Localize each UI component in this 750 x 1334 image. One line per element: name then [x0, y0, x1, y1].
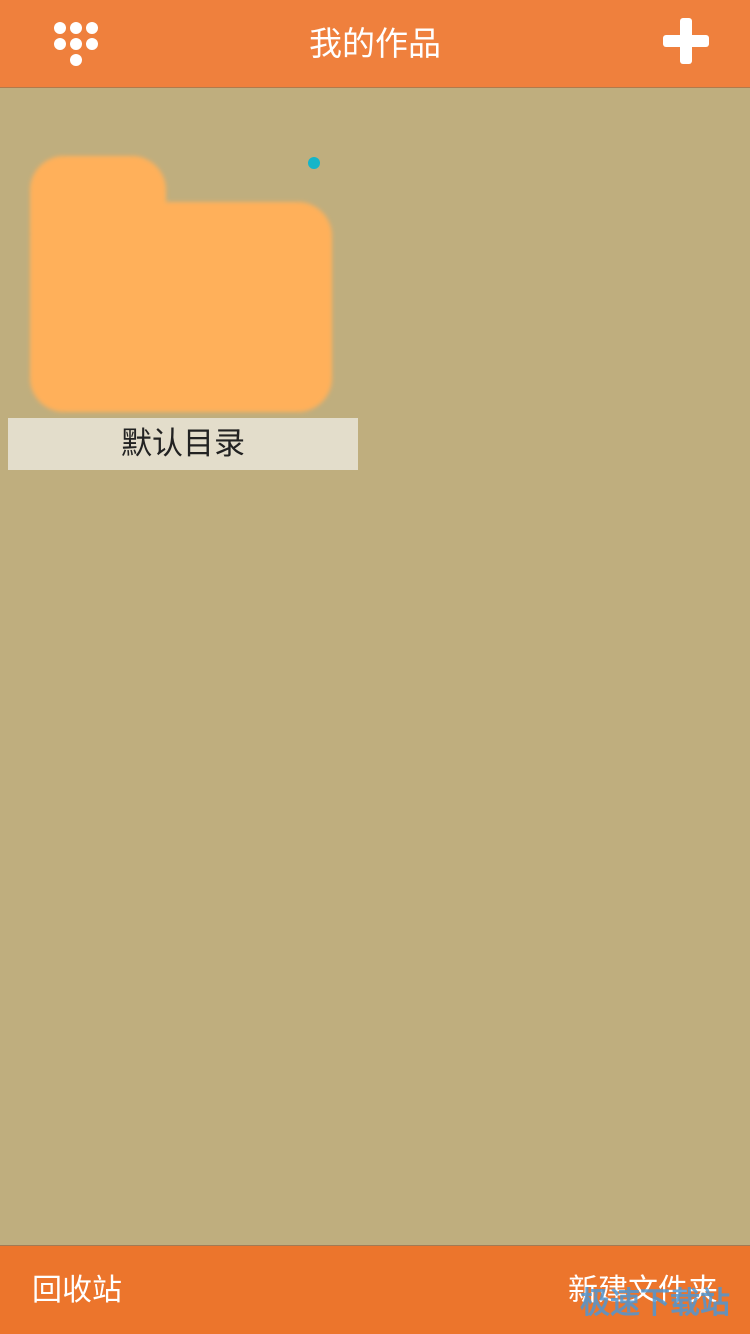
folder-icon [26, 152, 336, 418]
menu-button[interactable] [48, 16, 104, 72]
recycle-bin-button[interactable]: 回收站 [32, 1246, 122, 1334]
add-button[interactable] [658, 14, 714, 70]
page-title: 我的作品 [309, 24, 441, 63]
folder-item[interactable]: 默认目录 [8, 140, 358, 470]
top-app-bar: 我的作品 [0, 0, 750, 88]
plus-icon [663, 18, 709, 64]
bottom-toolbar: 回收站 新建文件夹 [0, 1245, 750, 1334]
menu-dots-icon [54, 22, 98, 66]
new-badge-dot [308, 157, 320, 169]
folder-label: 默认目录 [8, 418, 358, 470]
new-folder-button[interactable]: 新建文件夹 [568, 1246, 718, 1334]
